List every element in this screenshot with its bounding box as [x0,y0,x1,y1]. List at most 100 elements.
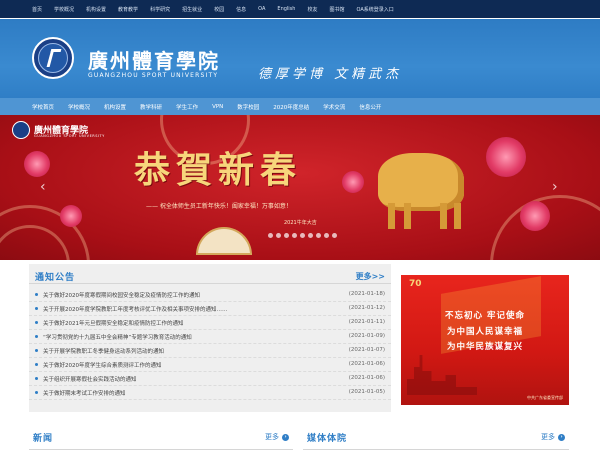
bullet-icon [35,307,38,310]
main-nav: 学校首页 学校概况 机构设置 教学科研 学生工作 VPN 数字校园 2020年度… [0,98,600,115]
carousel-next-icon[interactable]: › [552,179,558,195]
top-link-campus[interactable]: 校园 [214,6,224,13]
top-link-home[interactable]: 首页 [32,6,42,13]
media-more-label[interactable]: 更多 [541,432,555,442]
top-link-oa[interactable]: OA [258,6,265,12]
top-link-teaching[interactable]: 教育教学 [118,6,138,13]
media-section-title: 媒体体院 [307,434,348,444]
notice-text[interactable]: 关于开展学院教职工冬季健身运动系列活动的通知 [43,347,164,355]
top-link-library[interactable]: 图书馆 [329,6,344,13]
carousel-dot[interactable] [284,233,289,238]
notice-text[interactable]: 关于做好2021年元旦假期安全稳定和疫情防控工作的通知 [43,319,184,327]
bullet-icon [35,377,38,380]
poster-line-1: 不忘初心 牢记使命 [445,311,525,321]
bullet-icon [35,335,38,338]
decor-flower-icon [24,151,50,177]
nav-item-2020-summary[interactable]: 2020年度总结 [273,103,309,111]
top-link-overview[interactable]: 学校概况 [54,6,74,13]
site-header: 廣州體育學院 GUANGZHOU SPORT UNIVERSITY 德厚学博 文… [0,18,600,98]
school-logo-icon[interactable] [32,37,74,79]
nav-item-academic[interactable]: 学术交流 [323,103,345,111]
top-link-english[interactable]: English [277,6,295,12]
mission-poster[interactable]: 70 不忘初心 牢记使命 为中国人民谋幸福 为中华民族谋复兴 中共广东省委宣传部 [401,275,569,405]
nav-item-disclosure[interactable]: 信息公开 [359,103,381,111]
ox-leg [388,203,395,229]
school-motto: 德厚学博 文精武杰 [258,67,403,82]
nav-item-vpn[interactable]: VPN [212,104,223,110]
notice-text[interactable]: 关于做好期末考试工作安排的通知 [43,389,126,397]
notice-panel: 通知公告 更多>> 关于做好2020年度寒假期间校园安全稳定及疫情防控工作的通知… [29,264,391,412]
notice-date: (2021-01-06) [348,361,385,367]
carousel-dot[interactable] [300,233,305,238]
banner-year: 2021牛年大吉 [284,220,317,226]
school-name-cn[interactable]: 廣州體育學院 [88,45,220,74]
list-item[interactable]: 关于组织开展寒假社会实践活动的通知 (2021-01-06) [29,372,391,386]
notice-panel-header: 通知公告 更多>> [29,264,391,284]
carousel-dot[interactable] [324,233,329,238]
list-item[interactable]: “学习贯彻党的十九届五中全会精神”专题学习教育活动的通知 (2021-01-09) [29,330,391,344]
carousel-dot[interactable] [316,233,321,238]
list-item[interactable]: 关于开展学院教职工冬季健身运动系列活动的通知 (2021-01-07) [29,344,391,358]
notice-text[interactable]: 关于做好2020年度寒假期间校园安全稳定及疫情防控工作的通知 [43,291,200,299]
list-item[interactable]: 关于做好2021年元旦假期安全稳定和疫情防控工作的通知 (2021-01-11) [29,316,391,330]
nav-item-students[interactable]: 学生工作 [176,103,198,111]
media-section-header: 媒体体院 更多 › [303,426,569,450]
notice-date: (2021-01-09) [348,333,385,339]
carousel-dot[interactable] [308,233,313,238]
top-link-admissions[interactable]: 招生就业 [182,6,202,13]
list-item[interactable]: 关于做好2020年度学生综合素质测评工作的通知 (2021-01-06) [29,358,391,372]
top-link-oa-login[interactable]: OA系统登录入口 [357,6,394,13]
decor-flower-icon [486,137,526,177]
bullet-icon [35,321,38,324]
banner-logo-icon [12,121,30,139]
notice-text[interactable]: “学习贯彻党的十九届五中全会精神”专题学习教育活动的通知 [43,333,192,341]
decor-flower-icon [342,171,364,193]
poster-footer: 中共广东省委宣传部 [527,395,563,400]
nav-item-home[interactable]: 学校首页 [32,103,54,111]
bullet-icon [35,293,38,296]
decor-flower-icon [520,201,550,231]
bullet-icon [35,349,38,352]
bullet-icon [35,391,38,394]
nav-item-overview[interactable]: 学校概况 [68,103,90,111]
top-link-departments[interactable]: 机构设置 [86,6,106,13]
notice-text[interactable]: 关于开展2020年度学院教职工年度考核评优工作及相关事项安排的通知…… [43,305,228,313]
nav-item-departments[interactable]: 机构设置 [104,103,126,111]
city-skyline-icon [407,355,477,395]
arrow-right-icon[interactable]: › [558,433,565,441]
notice-date: (2021-01-18) [348,291,385,297]
list-item[interactable]: 关于开展2020年度学院教职工年度考核评优工作及相关事项安排的通知…… (2021… [29,302,391,316]
notice-date: (2021-01-11) [348,319,385,325]
news-section-header: 新闻 更多 › [29,426,293,450]
hero-banner[interactable]: 廣州體育學院 GUANGZHOU SPORT UNIVERSITY 恭賀新春 —… [0,115,600,260]
notice-more-link[interactable]: 更多>> [356,271,385,282]
carousel-dot[interactable] [332,233,337,238]
nav-item-teaching[interactable]: 教学科研 [140,103,162,111]
ox-leg [454,203,461,229]
notice-text[interactable]: 关于做好2020年度学生综合素质测评工作的通知 [43,361,162,369]
news-section-more[interactable]: 更多 › [265,432,289,442]
top-link-research[interactable]: 科学研究 [150,6,170,13]
poster-line-2: 为中国人民谋幸福 [446,327,523,337]
carousel-dot[interactable] [276,233,281,238]
carousel-prev-icon[interactable]: ‹ [40,179,46,195]
nav-item-digital-campus[interactable]: 数字校园 [237,103,259,111]
poster-line-3: 为中华民族谋复兴 [446,342,523,352]
carousel-dot[interactable] [268,233,273,238]
list-item[interactable]: 关于做好2020年度寒假期间校园安全稳定及疫情防控工作的通知 (2021-01-1… [29,288,391,302]
top-link-info[interactable]: 信息 [236,6,246,13]
ox-leg [404,203,411,229]
decor-fan-icon [196,227,252,255]
media-section-more[interactable]: 更多 › [541,432,565,442]
notice-date: (2021-01-05) [348,389,385,395]
top-utility-bar: 首页 学校概况 机构设置 教育教学 科学研究 招生就业 校园 信息 OA Eng… [0,0,600,18]
notice-text[interactable]: 关于组织开展寒假社会实践活动的通知 [43,375,137,383]
notice-title: 通知公告 [35,273,76,283]
notice-date: (2021-01-06) [348,375,385,381]
news-more-label[interactable]: 更多 [265,432,279,442]
list-item[interactable]: 关于做好期末考试工作安排的通知 (2021-01-05) [29,386,391,400]
carousel-dot[interactable] [292,233,297,238]
arrow-right-icon[interactable]: › [282,433,289,441]
carousel-dots [268,233,340,238]
top-link-alumni[interactable]: 校友 [307,6,317,13]
